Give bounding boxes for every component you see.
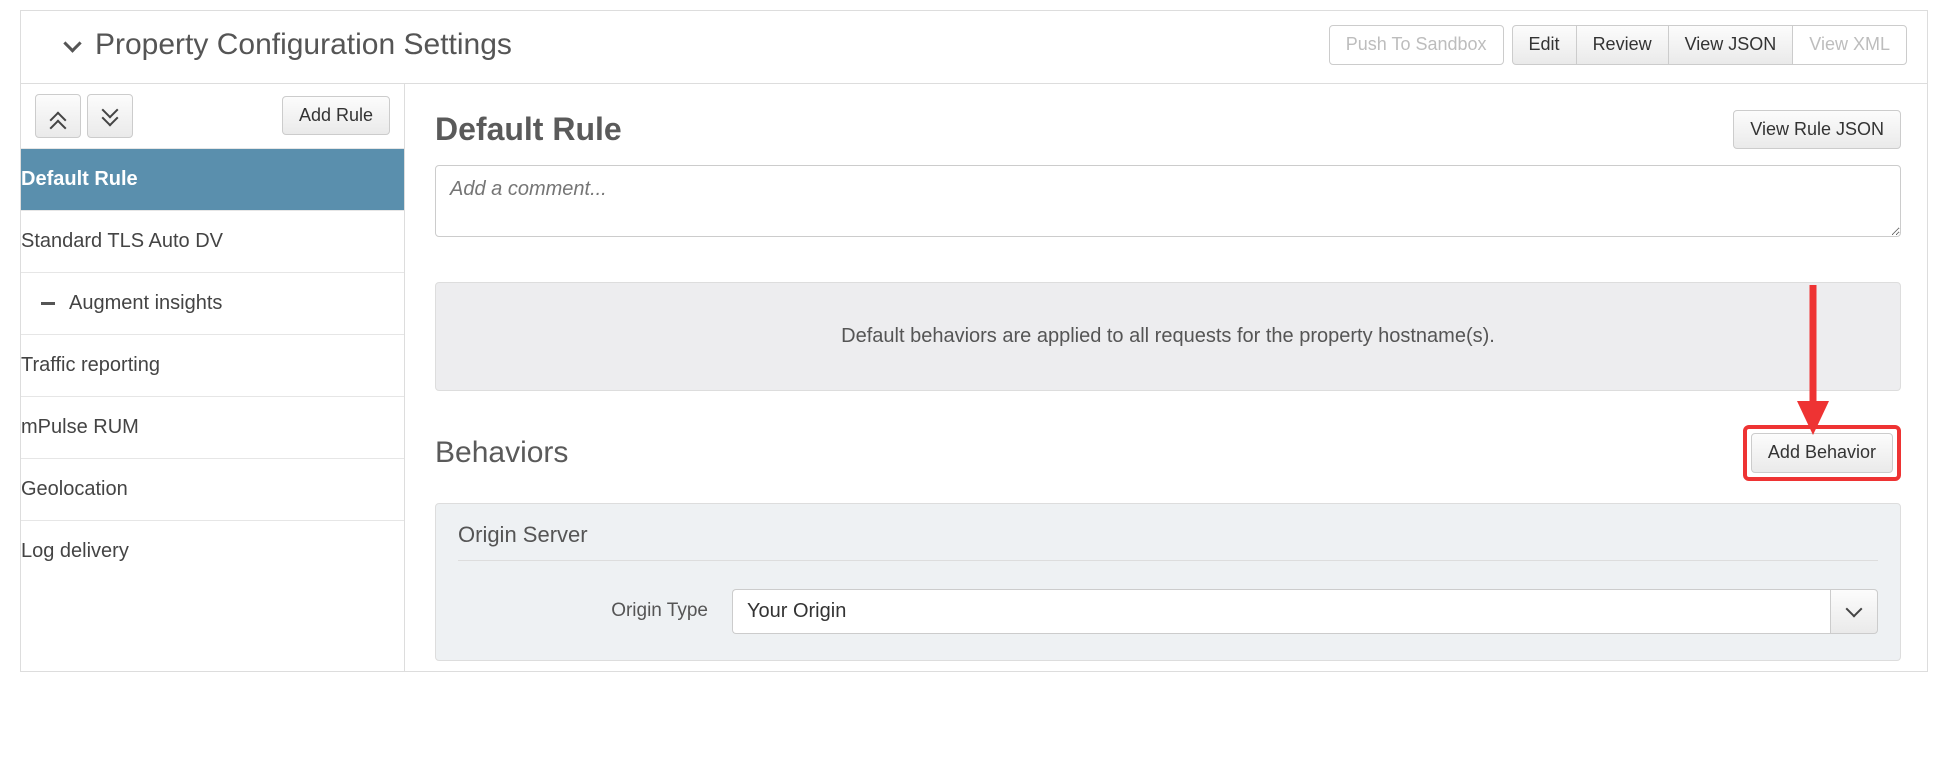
rule-item-mpulse-rum[interactable]: mPulse RUM [21,396,404,458]
config-panel: Property Configuration Settings Push To … [20,10,1928,672]
rule-item-default-rule[interactable]: Default Rule [21,148,404,210]
annotation-highlight: Add Behavior [1743,425,1901,481]
origin-type-row: Origin Type Your Origin [458,589,1878,634]
view-rule-json-button[interactable]: View Rule JSON [1733,110,1901,150]
rule-title-row: Default Rule View Rule JSON [435,110,1901,150]
rule-label: Standard TLS Auto DV [21,211,237,272]
minus-icon [41,302,55,305]
push-to-sandbox-button[interactable]: Push To Sandbox [1329,25,1504,65]
behaviors-title: Behaviors [435,436,568,470]
header-button-group: Edit Review View JSON View XML [1512,25,1907,65]
rule-item-geolocation[interactable]: Geolocation [21,458,404,520]
rule-item-standard-tls[interactable]: Standard TLS Auto DV [21,210,404,272]
behavior-name: Origin Server [458,522,1878,561]
double-chevron-down-icon [101,106,119,126]
header-actions: Push To Sandbox Edit Review View JSON Vi… [1329,25,1907,65]
collapse-all-button[interactable] [35,94,81,138]
rule-label: mPulse RUM [21,397,153,458]
rule-label: Geolocation [21,459,142,520]
rule-label: Log delivery [21,521,143,582]
rule-list: Default Rule Standard TLS Auto DV Augmen… [21,148,404,582]
view-xml-button: View XML [1792,25,1907,65]
rule-title: Default Rule [435,111,622,148]
behavior-panel-origin-server: Origin Server Origin Type Your Origin [435,503,1901,661]
chevron-down-icon[interactable] [63,36,81,54]
edit-button[interactable]: Edit [1512,25,1577,65]
behaviors-section-header: Behaviors Add Behavior [435,425,1901,481]
origin-type-value: Your Origin [732,589,1830,634]
sidebar-toolbar-left [35,94,133,138]
rule-detail: Default Rule View Rule JSON Default beha… [405,84,1927,671]
header-left: Property Configuration Settings [63,28,512,62]
rule-item-traffic-reporting[interactable]: Traffic reporting [21,334,404,396]
rule-label: Traffic reporting [21,335,174,396]
rule-item-augment-insights[interactable]: Augment insights [21,272,404,334]
view-json-button[interactable]: View JSON [1668,25,1794,65]
rule-item-log-delivery[interactable]: Log delivery [21,520,404,582]
origin-type-dropdown-toggle[interactable] [1830,589,1878,634]
origin-type-select[interactable]: Your Origin [732,589,1878,634]
rules-sidebar: Add Rule Default Rule Standard TLS Auto … [21,84,405,671]
review-button[interactable]: Review [1576,25,1669,65]
expand-all-button[interactable] [87,94,133,138]
panel-title: Property Configuration Settings [95,28,512,62]
rule-label: Augment insights [69,273,236,334]
panel-header: Property Configuration Settings Push To … [21,11,1927,84]
double-chevron-up-icon [49,106,67,126]
default-behaviors-banner: Default behaviors are applied to all req… [435,282,1901,391]
rule-label: Default Rule [21,149,152,210]
add-rule-button[interactable]: Add Rule [282,96,390,136]
sidebar-toolbar: Add Rule [21,84,404,148]
chevron-down-icon [1846,600,1863,617]
rule-comment-input[interactable] [435,165,1901,237]
collapse-toggle[interactable] [21,302,69,305]
origin-type-label: Origin Type [458,600,708,622]
add-behavior-button[interactable]: Add Behavior [1751,433,1893,473]
panel-body: Add Rule Default Rule Standard TLS Auto … [21,84,1927,671]
